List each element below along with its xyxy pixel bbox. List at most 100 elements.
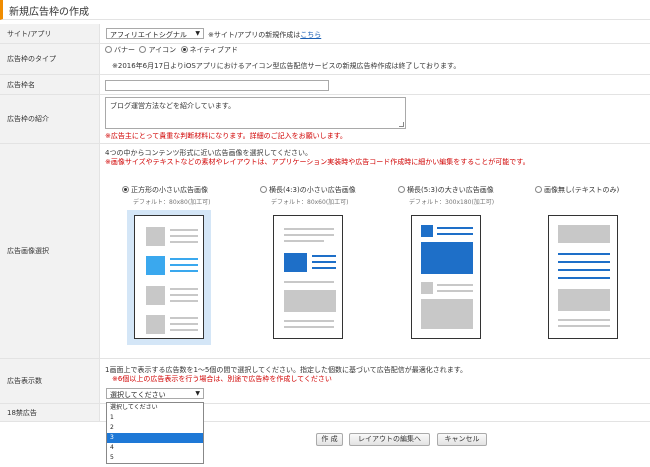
ad-name-label: 広告枠名 bbox=[0, 75, 100, 94]
site-app-note: ※サイト/アプリの新規作成はこちら bbox=[208, 30, 321, 40]
preview-thumb bbox=[146, 227, 165, 246]
image-option-text-only[interactable]: 画像無し(テキストのみ) bbox=[535, 185, 635, 195]
radio-icon bbox=[139, 46, 147, 53]
ad-intro-textarea[interactable]: ブログ運営方法などを紹介しています。 bbox=[105, 97, 406, 129]
row-ad-image: 広告画像選択 4つの中からコンテンツ形式に近い広告画像を選択してください。 ※画… bbox=[0, 144, 650, 359]
preview-line bbox=[170, 329, 198, 331]
preview-line-highlight bbox=[558, 261, 610, 263]
row-ad-type: 広告枠のタイプ バナー アイコン ネイティブアド ※2016年6月17日よりiO… bbox=[0, 44, 650, 75]
site-app-select[interactable]: アフィリエイトシグナル ▼ bbox=[106, 28, 204, 39]
preview-line bbox=[170, 317, 198, 319]
ad-type-options: バナー アイコン ネイティブアド bbox=[105, 45, 238, 55]
ad-type-native-radio[interactable]: ネイティブアド bbox=[180, 46, 239, 54]
dropdown-option[interactable]: 1 bbox=[107, 413, 203, 423]
dropdown-option[interactable]: 5 bbox=[107, 453, 203, 463]
row-ad-intro: 広告枠の紹介 ブログ運営方法などを紹介しています。 ※広告主にとって貴重な判断材… bbox=[0, 95, 650, 144]
ad-type-label: 広告枠のタイプ bbox=[0, 44, 100, 74]
preview-line bbox=[558, 319, 610, 321]
preview-line bbox=[437, 284, 473, 286]
dropdown-option[interactable]: 2 bbox=[107, 423, 203, 433]
radio-selected-icon bbox=[122, 186, 129, 193]
preview-line bbox=[284, 240, 324, 242]
ad-intro-label: 広告枠の紹介 bbox=[0, 95, 100, 143]
preview-43 bbox=[273, 215, 343, 339]
preview-line bbox=[284, 320, 334, 322]
ad-count-select[interactable]: 選択してください ▼ bbox=[106, 388, 204, 399]
chevron-down-icon: ▼ bbox=[195, 30, 200, 37]
image-option-43[interactable]: 横長(4:3)の小さい広告画像 デフォルト：80x60(加工可) bbox=[260, 185, 370, 206]
radio-icon bbox=[535, 186, 542, 193]
ad-count-label: 広告表示数 bbox=[0, 359, 100, 403]
row-ad-name: 広告枠名 bbox=[0, 75, 650, 95]
cancel-button[interactable]: キャンセル bbox=[437, 433, 487, 446]
preview-square-selected[interactable] bbox=[127, 210, 211, 345]
preview-line bbox=[170, 323, 198, 325]
resize-handle-icon[interactable] bbox=[399, 122, 404, 127]
ad-intro-value: ブログ運営方法などを紹介しています。 bbox=[110, 102, 236, 110]
image-option-43-label: 横長(4:3)の小さい広告画像 bbox=[260, 185, 370, 195]
radio-icon bbox=[105, 46, 112, 53]
create-button[interactable]: 作 成 bbox=[316, 433, 343, 446]
ad-image-warning: ※画像サイズやテキストなどの素材やレイアウトは、アプリケーション実装時や広告コー… bbox=[105, 158, 530, 166]
ad-count-warning: ※6個以上の広告表示を行う場合は、別途で広告枠を作成してください bbox=[112, 375, 332, 383]
ad-type-native-label: ネイティブアド bbox=[189, 46, 239, 54]
preview-thumb-highlight bbox=[284, 253, 307, 272]
ad-image-label: 広告画像選択 bbox=[0, 144, 100, 358]
ad-name-input[interactable] bbox=[105, 80, 329, 91]
site-app-selected: アフィリエイトシグナル bbox=[110, 31, 187, 39]
row-ad-count: 広告表示数 1画面上で表示する広告数を1～5個の間で選択してください。指定した個… bbox=[0, 359, 650, 404]
preview-thumb-highlight bbox=[421, 225, 433, 237]
ad-count-dropdown-list[interactable]: 選択してください 1 2 3 4 5 bbox=[106, 402, 204, 464]
dropdown-option-highlighted[interactable]: 3 bbox=[107, 433, 203, 443]
preview-line-highlight bbox=[312, 255, 336, 257]
preview-line-highlight bbox=[558, 269, 610, 271]
preview-block bbox=[558, 225, 610, 243]
preview-image-highlight bbox=[421, 242, 473, 274]
radio-icon bbox=[260, 186, 267, 193]
preview-line bbox=[284, 326, 334, 328]
preview-43-wrap[interactable] bbox=[266, 210, 350, 345]
radio-icon bbox=[398, 186, 405, 193]
ad-type-banner-radio[interactable]: バナー bbox=[105, 46, 135, 54]
preview-line-highlight bbox=[437, 233, 473, 235]
chevron-down-icon: ▼ bbox=[195, 390, 200, 397]
dropdown-option[interactable]: 選択してください bbox=[107, 403, 203, 413]
preview-block bbox=[558, 289, 610, 311]
preview-line bbox=[170, 300, 198, 302]
site-app-new-link[interactable]: こちら bbox=[300, 31, 321, 39]
preview-text-only-wrap[interactable] bbox=[541, 210, 625, 345]
preview-line-highlight bbox=[170, 264, 198, 266]
preview-line-highlight bbox=[437, 227, 473, 229]
site-app-body: アフィリエイトシグナル ▼ ※サイト/アプリの新規作成はこちら bbox=[100, 24, 650, 43]
preview-line-highlight bbox=[558, 253, 610, 255]
image-option-square-label: 正方形の小さい広告画像 bbox=[122, 185, 222, 195]
preview-line bbox=[284, 281, 334, 283]
image-option-53[interactable]: 横長(5:3)の大きい広告画像 デフォルト：300x180(加工可) bbox=[398, 185, 508, 206]
site-app-note-text: ※サイト/アプリの新規作成は bbox=[208, 31, 301, 39]
preview-line-highlight bbox=[312, 267, 336, 269]
preview-text-only bbox=[548, 215, 618, 339]
preview-53-wrap[interactable] bbox=[404, 210, 488, 345]
image-option-text-only-label: 画像無し(テキストのみ) bbox=[535, 185, 635, 195]
preview-line bbox=[170, 288, 198, 290]
preview-line bbox=[284, 228, 334, 230]
preview-line bbox=[284, 234, 334, 236]
image-option-43-text: 横長(4:3)の小さい広告画像 bbox=[269, 186, 356, 194]
ad-intro-body: ブログ運営方法などを紹介しています。 ※広告主にとって貴重な判断材料になります。… bbox=[100, 95, 650, 143]
adult-label: 18禁広告 bbox=[0, 404, 100, 421]
preview-line bbox=[170, 229, 198, 231]
ad-type-icon-label: アイコン bbox=[148, 46, 177, 54]
image-option-53-text: 横長(5:3)の大きい広告画像 bbox=[407, 186, 494, 194]
dropdown-option[interactable]: 4 bbox=[107, 443, 203, 453]
preview-line-highlight bbox=[558, 277, 610, 279]
edit-layout-button[interactable]: レイアウトの編集へ bbox=[349, 433, 430, 446]
ad-type-icon-radio[interactable]: アイコン bbox=[139, 46, 176, 54]
preview-image bbox=[421, 299, 473, 329]
image-option-53-default: デフォルト：300x180(加工可) bbox=[409, 199, 495, 206]
image-option-square[interactable]: 正方形の小さい広告画像 デフォルト：80x80(加工可) bbox=[122, 185, 222, 206]
preview-thumb bbox=[146, 286, 165, 305]
preview-line bbox=[170, 235, 198, 237]
row-adult: 18禁広告 bbox=[0, 404, 650, 422]
ad-type-body: バナー アイコン ネイティブアド ※2016年6月17日よりiOSアプリにおける… bbox=[100, 44, 650, 74]
ad-type-banner-label: バナー bbox=[114, 46, 135, 54]
